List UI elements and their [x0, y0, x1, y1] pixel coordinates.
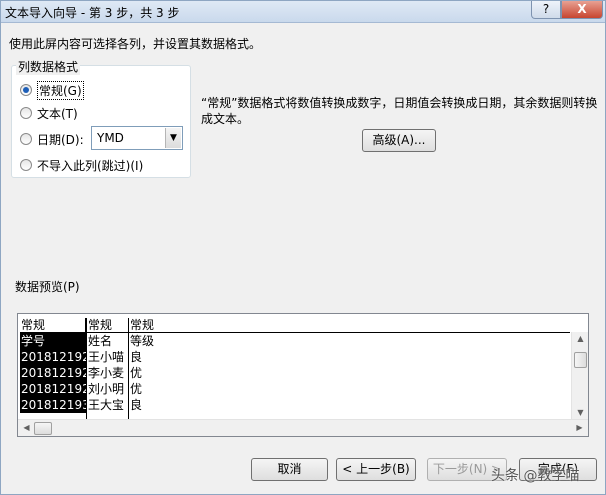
- date-format-select[interactable]: YMD ▼: [91, 126, 183, 150]
- radio-date[interactable]: 日期(D):: [20, 130, 84, 148]
- table-cell: 2018121931: [20, 397, 98, 413]
- preview-vertical-scrollbar[interactable]: ▲ ▼: [571, 332, 588, 420]
- radio-text-label: 文本(T): [37, 106, 78, 121]
- table-cell: 等级: [130, 334, 155, 348]
- preview-column-1[interactable]: 常规 学号 2018121923 2018121924 2018121925 2…: [20, 318, 98, 413]
- radio-general-indicator[interactable]: [20, 84, 32, 96]
- scroll-left-arrow-icon[interactable]: ◀: [18, 421, 35, 435]
- back-button[interactable]: < 上一步(B): [336, 458, 416, 481]
- radio-skip-indicator[interactable]: [20, 159, 32, 171]
- radio-skip[interactable]: 不导入此列(跳过)(I): [20, 156, 143, 174]
- column-header[interactable]: 常规: [20, 318, 86, 333]
- cancel-button[interactable]: 取消: [251, 458, 328, 481]
- preview-column-2[interactable]: 常规 姓名 王小喵 李小麦 刘小明 王大宝: [86, 318, 128, 426]
- scroll-up-arrow-icon[interactable]: ▲: [572, 332, 588, 346]
- table-cell: 良: [130, 398, 143, 412]
- radio-general[interactable]: 常规(G): [20, 80, 84, 100]
- table-cell: 2018121925: [20, 381, 98, 397]
- help-icon: ?: [542, 2, 550, 16]
- table-cell: 姓名: [88, 334, 113, 348]
- column-format-group: 列数据格式 常规(G) 文本(T) 日期(D): 不导入此列(跳过)(I): [11, 58, 191, 178]
- radio-skip-label: 不导入此列(跳过)(I): [37, 158, 144, 173]
- radio-date-indicator[interactable]: [20, 133, 32, 145]
- table-cell: 2018121924: [20, 365, 98, 381]
- close-icon: X: [577, 2, 587, 16]
- advanced-button[interactable]: 高级(A)...: [362, 129, 436, 152]
- scroll-right-arrow-icon[interactable]: ▶: [571, 421, 588, 435]
- data-preview-label: 数据预览(P): [15, 280, 80, 294]
- table-cell: 王大宝: [88, 398, 125, 412]
- table-cell: 2018121923: [20, 349, 98, 365]
- format-info-text: “常规”数据格式将数值转换成数字，日期值会转换成日期，其余数据则转换成文本。: [201, 96, 598, 126]
- table-cell: 优: [130, 382, 143, 396]
- dropdown-arrow-icon[interactable]: ▼: [165, 128, 181, 148]
- help-button[interactable]: ?: [531, 1, 561, 19]
- radio-date-label: 日期(D):: [37, 132, 84, 147]
- step-description: 使用此屏内容可选择各列，并设置其数据格式。: [9, 37, 262, 51]
- horizontal-scroll-thumb[interactable]: [34, 422, 52, 435]
- text-import-wizard-dialog: 文本导入向导 - 第 3 步，共 3 步 ? X 使用此屏内容可选择各列，并设置…: [0, 0, 606, 495]
- table-cell: 刘小明: [88, 382, 125, 396]
- table-cell: 优: [130, 366, 143, 380]
- radio-text[interactable]: 文本(T): [20, 104, 78, 122]
- window-title: 文本导入向导 - 第 3 步，共 3 步: [5, 6, 180, 20]
- radio-text-indicator[interactable]: [20, 107, 32, 119]
- preview-column-3[interactable]: 常规 等级 良 优 优 良: [128, 318, 570, 426]
- close-button[interactable]: X: [561, 1, 603, 19]
- table-cell: 良: [130, 350, 143, 364]
- vertical-scroll-thumb[interactable]: [574, 352, 587, 368]
- column-header[interactable]: 常规: [129, 318, 570, 333]
- table-cell: 学号: [20, 333, 86, 349]
- table-cell: 李小麦: [88, 366, 125, 380]
- date-format-value: YMD: [97, 131, 124, 145]
- table-cell: 王小喵: [88, 350, 125, 364]
- column-header[interactable]: 常规: [87, 318, 128, 333]
- radio-general-label: 常规(G): [37, 80, 84, 100]
- title-bar: 文本导入向导 - 第 3 步，共 3 步 ? X: [1, 1, 605, 23]
- scroll-down-arrow-icon[interactable]: ▼: [572, 406, 588, 420]
- data-preview-pane: 常规 学号 2018121923 2018121924 2018121925 2…: [17, 313, 589, 437]
- column-format-title: 列数据格式: [16, 58, 81, 75]
- preview-horizontal-scrollbar[interactable]: ◀ ▶: [18, 419, 588, 436]
- watermark-text: 头条 @教学喵: [491, 468, 580, 484]
